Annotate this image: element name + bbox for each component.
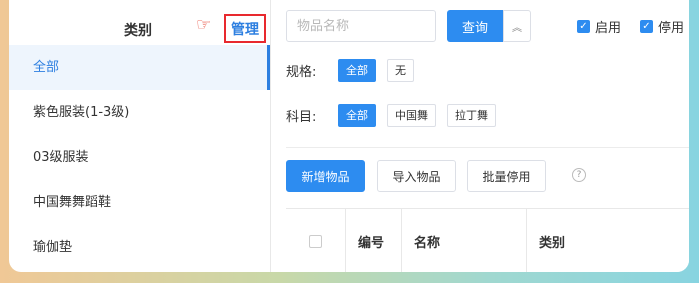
- spec-tag-none[interactable]: 无: [387, 59, 414, 82]
- subject-tag-chinese-dance[interactable]: 中国舞: [387, 104, 436, 127]
- spec-tag-all[interactable]: 全部: [338, 59, 376, 82]
- table-header: 编号 名称 类别: [286, 208, 689, 272]
- import-items-button[interactable]: 导入物品: [377, 160, 456, 192]
- sidebar-title: 类别: [124, 23, 152, 39]
- pointing-hand-icon: ☞: [196, 15, 212, 35]
- batch-disable-button[interactable]: 批量停用: [467, 160, 546, 192]
- main-panel: 查询 ︽ ✓ 启用 ✓ 停用 规格: 全部 无 科目: 全部 中国舞 拉丁舞 新…: [271, 0, 689, 272]
- category-item-yoga-mat[interactable]: 瑜伽垫: [9, 225, 270, 270]
- item-name-search-input[interactable]: [286, 10, 436, 42]
- category-sidebar: 类别 ☞ 管理 全部 紫色服装(1-3级) 03级服装 中国舞舞蹈鞋 瑜伽垫: [9, 0, 271, 272]
- select-all-cell: [286, 209, 346, 272]
- disabled-label: 停用: [658, 21, 685, 36]
- subject-tag-all[interactable]: 全部: [338, 104, 376, 127]
- disabled-checkbox[interactable]: ✓ 停用: [640, 17, 684, 36]
- checkbox-checked-icon: ✓: [640, 20, 653, 33]
- category-item-chinese-dance-shoes[interactable]: 中国舞舞蹈鞋: [9, 180, 270, 225]
- enabled-checkbox[interactable]: ✓ 启用: [577, 17, 621, 36]
- category-item-purple-costume[interactable]: 紫色服装(1-3级): [9, 90, 270, 135]
- category-item-all[interactable]: 全部: [9, 45, 270, 90]
- category-list: 全部 紫色服装(1-3级) 03级服装 中国舞舞蹈鞋 瑜伽垫: [9, 45, 270, 270]
- category-item-level03-costume[interactable]: 03级服装: [9, 135, 270, 180]
- column-header-number[interactable]: 编号: [346, 209, 402, 272]
- select-all-checkbox[interactable]: [309, 234, 322, 248]
- app-window: 类别 ☞ 管理 全部 紫色服装(1-3级) 03级服装 中国舞舞蹈鞋 瑜伽垫 查…: [9, 0, 689, 272]
- enabled-label: 启用: [595, 21, 622, 36]
- spec-filter-row: 规格: 全部 无: [286, 59, 425, 82]
- manage-button[interactable]: 管理: [224, 14, 266, 43]
- section-divider: [286, 147, 689, 148]
- add-item-button[interactable]: 新增物品: [286, 160, 365, 192]
- checkbox-checked-icon: ✓: [577, 20, 590, 33]
- collapse-icon[interactable]: ︽: [503, 10, 531, 42]
- help-icon[interactable]: ?: [572, 168, 586, 182]
- subject-tag-latin-dance[interactable]: 拉丁舞: [447, 104, 496, 127]
- sidebar-header: 类别 ☞ 管理: [9, 0, 271, 45]
- subject-filter-label: 科目:: [286, 110, 317, 125]
- column-header-category[interactable]: 类别: [527, 209, 689, 272]
- query-button[interactable]: 查询: [447, 10, 503, 42]
- column-header-name[interactable]: 名称: [402, 209, 527, 272]
- spec-filter-label: 规格:: [286, 65, 317, 80]
- subject-filter-row: 科目: 全部 中国舞 拉丁舞: [286, 104, 507, 127]
